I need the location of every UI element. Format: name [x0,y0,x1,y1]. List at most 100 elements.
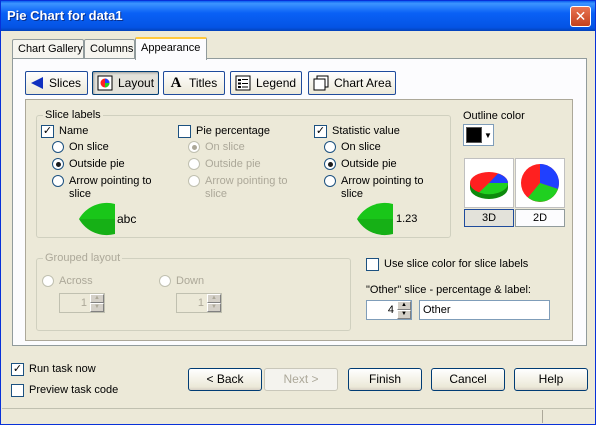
other-slice-label: "Other" slice - percentage & label: [366,284,531,296]
subtab-titles-label: Titles [189,76,218,90]
titles-icon: A [170,74,182,91]
stat-on-slice-radio[interactable]: On slice [324,141,381,154]
pie-percentage-checkbox[interactable] [178,125,191,138]
name-checkbox-row[interactable]: ✓ Name [41,125,88,138]
stat-outside-pie-label: Outside pie [341,158,397,170]
name-preview-text: abc [117,212,137,226]
name-checkbox-label: Name [59,125,89,137]
run-task-now-row[interactable]: ✓ Run task now [11,363,96,376]
grouped-layout-title: Grouped layout [43,251,123,265]
subtab-legend[interactable]: Legend [230,71,302,95]
use-slice-color-checkbox[interactable] [366,258,379,271]
pie-2d-preview[interactable] [515,158,565,208]
status-divider [542,410,543,423]
name-on-slice-radio[interactable]: On slice [52,141,109,154]
across-radio: Across [42,275,93,288]
pct-outside-pie-radio: Outside pie [188,158,261,171]
radio-button [188,141,200,153]
tab-appearance[interactable]: Appearance [135,37,207,60]
subtab-layout-label: Layout [118,76,155,90]
pie-3d-icon [470,172,509,199]
mode-2d-button[interactable]: 2D [515,209,565,227]
radio-button[interactable] [52,158,64,170]
radio-button [188,158,200,170]
preview-task-code-checkbox[interactable] [11,384,24,397]
help-button[interactable]: Help [514,368,588,391]
name-arrow-radio[interactable]: Arrow pointing to slice [52,175,157,201]
subtab-legend-label: Legend [256,76,297,90]
subtab-chart-area-label: Chart Area [334,76,392,90]
name-outside-pie-radio[interactable]: Outside pie [52,158,125,171]
subtab-titles[interactable]: A Titles [163,71,225,95]
subtab-chart-area[interactable]: Chart Area [308,71,396,95]
status-bar [2,408,594,423]
use-slice-color-row[interactable]: Use slice color for slice labels [366,258,528,271]
radio-button [159,275,171,287]
down-radio: Down [159,275,204,288]
name-arrow-label: Arrow pointing to slice [69,175,152,200]
stat-arrow-radio[interactable]: Arrow pointing to slice [324,175,432,201]
radio-button[interactable] [324,158,336,170]
outline-color-swatch [466,127,482,143]
slice-labels-title: Slice labels [43,108,103,122]
outline-color-label: Outline color [463,110,525,122]
pct-arrow-label: Arrow pointing to slice [205,175,288,200]
down-stepper: 1 ▲ ▼ [176,293,222,313]
subtab-slices[interactable]: Slices [25,71,88,95]
pie-percentage-checkbox-row[interactable]: Pie percentage [178,125,270,138]
finish-button[interactable]: Finish [348,368,422,391]
across-stepper: 1 ▲ ▼ [59,293,105,313]
tab-chart-gallery[interactable]: Chart Gallery [12,39,84,59]
tab-columns[interactable]: Columns [84,39,135,59]
back-button[interactable]: < Back [188,368,262,391]
spinner-arrows: ▲ ▼ [90,294,104,312]
across-label: Across [59,275,93,287]
stat-outside-pie-radio[interactable]: Outside pie [324,158,397,171]
radio-button[interactable] [324,141,336,153]
title-bar: Pie Chart for data1 ✕ [1,1,595,31]
radio-button[interactable] [324,175,336,187]
spinner-arrows[interactable]: ▲ ▼ [397,301,411,319]
statistic-value-checkbox-row[interactable]: ✓ Statistic value [314,125,400,138]
run-task-now-checkbox[interactable]: ✓ [11,363,24,376]
outline-color-picker[interactable]: ▼ [463,124,494,146]
pie-3d-preview[interactable] [464,158,514,208]
preview-task-code-label: Preview task code [29,384,119,396]
name-outside-pie-label: Outside pie [69,158,125,170]
mode-3d-button[interactable]: 3D [464,209,514,227]
slices-icon [30,75,44,91]
other-percentage-stepper[interactable]: 4 ▲ ▼ [366,300,412,320]
pct-arrow-radio: Arrow pointing to slice [188,175,296,201]
pct-on-slice-radio: On slice [188,141,245,154]
pie-percentage-label: Pie percentage [196,125,270,137]
name-on-slice-label: On slice [69,141,109,153]
run-task-now-label: Run task now [29,363,96,375]
radio-button [188,175,200,187]
statistic-value-checkbox[interactable]: ✓ [314,125,327,138]
cancel-button[interactable]: Cancel [431,368,505,391]
preview-task-code-row[interactable]: Preview task code [11,384,118,397]
subtab-layout[interactable]: Layout [92,71,159,95]
use-slice-color-label: Use slice color for slice labels [384,258,529,270]
pie-2d-icon [521,164,559,202]
stat-arrow-label: Arrow pointing to slice [341,175,424,200]
radio-button [42,275,54,287]
stat-preview [355,202,395,239]
close-icon[interactable]: ✕ [570,6,591,27]
next-button: Next > [264,368,338,391]
subtab-slices-label: Slices [49,76,82,90]
stat-preview-text: 1.23 [396,213,418,225]
spinner-arrows: ▲ ▼ [207,294,221,312]
pct-on-slice-label: On slice [205,141,245,153]
name-checkbox[interactable]: ✓ [41,125,54,138]
layout-icon [97,75,113,91]
radio-button[interactable] [52,175,64,187]
stat-on-slice-label: On slice [341,141,381,153]
pie-chart-dialog: Pie Chart for data1 ✕ Chart Gallery Colu… [0,0,596,425]
across-value: 1 [80,297,87,309]
chevron-down-icon: ▼ [484,130,492,140]
other-label-input[interactable]: Other [419,300,550,320]
green-slice-icon [357,202,393,236]
down-label: Down [176,275,205,287]
radio-button[interactable] [52,141,64,153]
